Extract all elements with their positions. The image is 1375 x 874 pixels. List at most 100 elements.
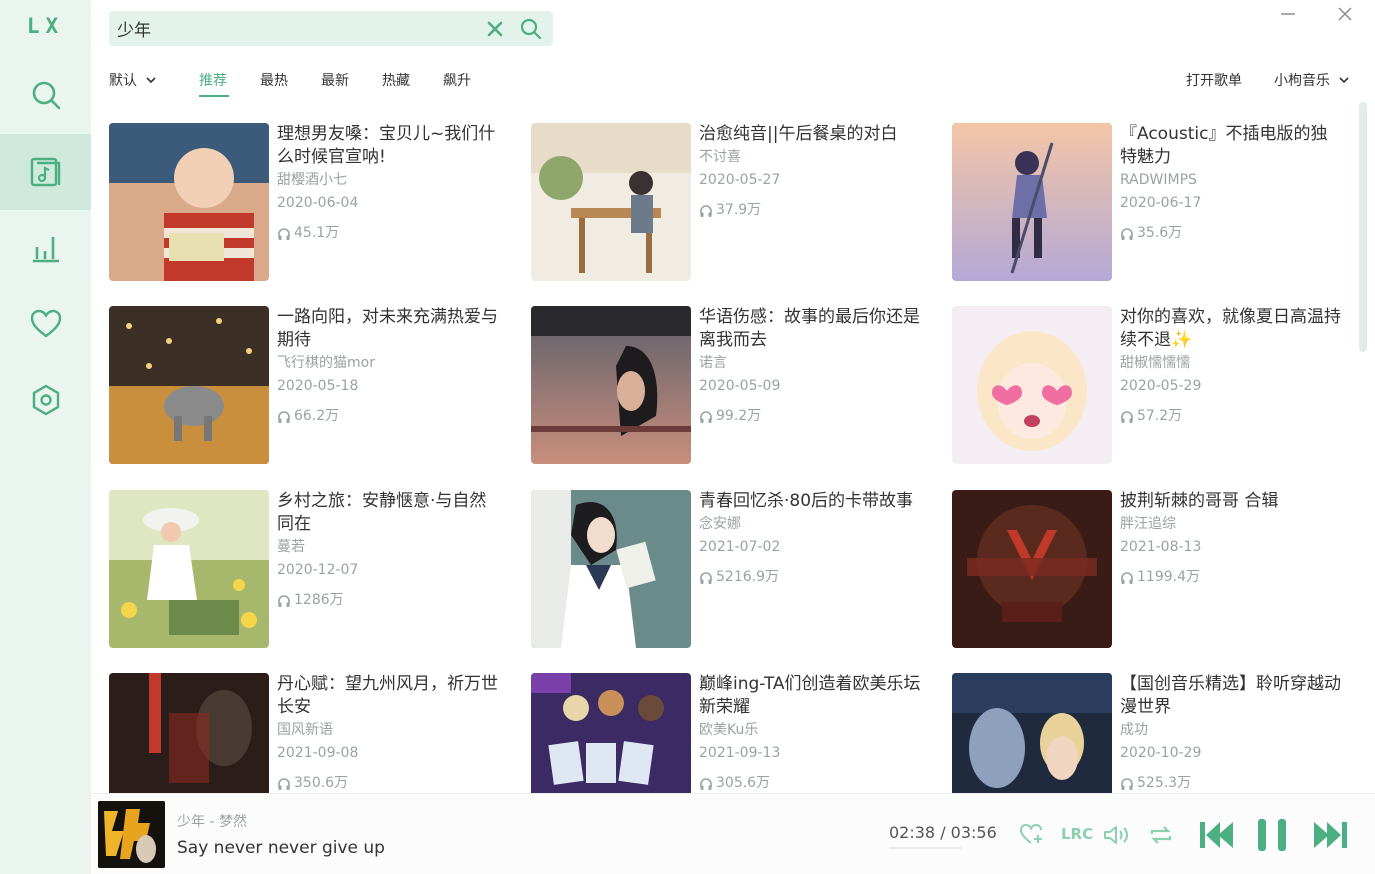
headphones-icon	[278, 594, 290, 607]
playlist-plays: 45.1万	[277, 222, 499, 245]
sidebar-item-search[interactable]	[0, 57, 91, 133]
playlist-card[interactable]: 丹心赋：望九州风月，祈万世长安 国风新语 2021-09-08 350.6万	[109, 673, 509, 793]
playlist-card[interactable]: 一路向阳，对未来充满热爱与期待 飞行棋的猫mor 2020-05-18 66.2…	[109, 306, 509, 466]
playlist-cover	[531, 306, 691, 464]
minimize-icon[interactable]	[1278, 4, 1298, 24]
lyrics-button[interactable]: LRC	[1061, 825, 1093, 843]
pause-icon	[1258, 819, 1286, 851]
playlist-plays: 525.3万	[1120, 772, 1342, 793]
playlist-plays: 99.2万	[699, 405, 921, 428]
sidebar-item-settings[interactable]	[0, 362, 91, 438]
sidebar-item-leaderboard[interactable]	[0, 210, 91, 286]
playlist-plays: 35.6万	[1120, 222, 1342, 245]
sidebar-item-favorites[interactable]	[0, 286, 91, 362]
heart-plus-icon	[1019, 823, 1042, 844]
playlist-card[interactable]: 披荆斩棘的哥哥 合辑 胖汪追综 2021-08-13 1199.4万	[952, 490, 1352, 650]
playlist-card[interactable]: 治愈纯音||午后餐桌的对白 不讨喜 2020-05-27 37.9万	[531, 123, 931, 283]
playlist-author: 飞行棋的猫mor	[277, 355, 375, 371]
playlist-title: 『Acoustic』不插电版的独特魅力	[1120, 124, 1328, 167]
playlist-author: 诺言	[699, 355, 727, 371]
playlist-date: 2021-09-08	[277, 745, 359, 761]
sort-select-label: 默认	[109, 73, 137, 89]
playlist-author: 欧美Ku乐	[699, 722, 759, 738]
filter-bar: 默认 推荐 最热 最新 热藏 飙升 打开歌单 小枸音乐	[109, 70, 1359, 97]
heart-icon	[30, 309, 61, 338]
skip-next-icon	[1314, 822, 1347, 848]
now-playing-lyric: Say never never give up	[177, 838, 385, 858]
playlist-card[interactable]: 『Acoustic』不插电版的独特魅力 RADWIMPS 2020-06-17 …	[952, 123, 1352, 283]
search-input[interactable]	[109, 11, 479, 46]
playlist-author: RADWIMPS	[1120, 172, 1197, 188]
next-button[interactable]	[1311, 818, 1349, 852]
main-content: 默认 推荐 最热 最新 热藏 飙升 打开歌单 小枸音乐 理想男友嗓：宝贝儿~我们…	[91, 0, 1375, 793]
playlist-plays: 1199.4万	[1120, 566, 1342, 589]
settings-hexagon-icon	[32, 384, 59, 416]
volume-button[interactable]	[1102, 823, 1132, 847]
tab-hot-collect[interactable]: 热藏	[382, 70, 410, 90]
playlist-title: 丹心赋：望九州风月，祈万世长安	[277, 674, 498, 717]
playlist-plays: 57.2万	[1120, 405, 1342, 428]
headphones-icon	[278, 227, 290, 240]
tab-rising[interactable]: 飙升	[443, 70, 471, 90]
playlist-title: 治愈纯音||午后餐桌的对白	[699, 124, 898, 144]
source-select[interactable]: 小枸音乐	[1274, 70, 1350, 90]
headphones-icon	[1121, 227, 1133, 240]
playlist-card[interactable]: 理想男友嗓：宝贝儿~我们什么时候官宣呐! 甜樱酒小七 2020-06-04 45…	[109, 123, 509, 283]
music-list-icon	[30, 157, 60, 187]
playlist-date: 2020-05-09	[699, 378, 781, 394]
playlist-card[interactable]: 对你的喜欢，就像夏日高温持续不退✨ 甜椒懦懦懦 2020-05-29 57.2万	[952, 306, 1352, 466]
search-box	[109, 11, 553, 46]
open-playlist-button[interactable]: 打开歌单	[1186, 70, 1242, 90]
playback-time: 02:38 / 03:56	[889, 823, 997, 842]
tab-recommend[interactable]: 推荐	[199, 70, 227, 90]
tab-hottest[interactable]: 最热	[260, 70, 288, 90]
headphones-icon	[1121, 777, 1133, 790]
repeat-button[interactable]	[1148, 823, 1174, 847]
headphones-icon	[700, 777, 712, 790]
playlist-title: 一路向阳，对未来充满热爱与期待	[277, 307, 498, 350]
playlist-title: 理想男友嗓：宝贝儿~我们什么时候官宣呐!	[277, 124, 496, 167]
sidebar: LX	[0, 0, 91, 874]
playlist-author: 蔓若	[277, 539, 305, 555]
playlist-card[interactable]: 【国创音乐精选】聆听穿越动漫世界 成功 2020-10-29 525.3万	[952, 673, 1352, 793]
favorite-button[interactable]	[1019, 822, 1045, 846]
playlist-author: 不讨喜	[699, 149, 741, 165]
headphones-icon	[1121, 410, 1133, 423]
pause-button[interactable]	[1255, 816, 1289, 854]
previous-button[interactable]	[1198, 818, 1236, 852]
playlist-title: 巅峰ing-TA们创造着欧美乐坛新荣耀	[699, 674, 921, 717]
close-icon[interactable]	[1335, 4, 1355, 24]
playlist-cover	[531, 123, 691, 281]
sort-select[interactable]: 默认	[109, 70, 157, 90]
chevron-down-icon	[146, 77, 156, 84]
playlist-card[interactable]: 华语伤感：故事的最后你还是离我而去 诺言 2020-05-09 99.2万	[531, 306, 931, 466]
search-button-icon[interactable]	[519, 17, 543, 41]
playlist-title: 披荆斩棘的哥哥 合辑	[1120, 491, 1279, 511]
sidebar-item-song-list[interactable]	[0, 134, 91, 210]
scrollbar[interactable]	[1359, 102, 1367, 352]
progress-bar[interactable]	[889, 847, 961, 849]
headphones-icon	[700, 204, 712, 217]
tab-newest[interactable]: 最新	[321, 70, 349, 90]
playlist-cover	[109, 306, 269, 464]
playlist-cover	[952, 306, 1112, 464]
headphones-icon	[1121, 571, 1133, 584]
playlist-date: 2021-08-13	[1120, 539, 1202, 555]
chevron-down-icon	[1339, 77, 1349, 84]
playlist-cover	[952, 673, 1112, 793]
playlist-plays: 305.6万	[699, 772, 921, 793]
repeat-icon	[1150, 826, 1172, 844]
playlist-title: 华语伤感：故事的最后你还是离我而去	[699, 307, 920, 350]
clear-icon[interactable]	[485, 19, 505, 39]
headphones-icon	[700, 571, 712, 584]
playlist-author: 成功	[1120, 722, 1148, 738]
playlist-card[interactable]: 巅峰ing-TA们创造着欧美乐坛新荣耀 欧美Ku乐 2021-09-13 305…	[531, 673, 931, 793]
playlist-date: 2020-06-04	[277, 195, 359, 211]
now-playing-title: 少年 - 梦然	[177, 814, 247, 830]
playlist-plays: 350.6万	[277, 772, 499, 793]
playlist-card[interactable]: 青春回忆杀·80后的卡带故事 念安娜 2021-07-02 5216.9万	[531, 490, 931, 650]
playlist-card[interactable]: 乡村之旅：安静惬意·与自然同在 蔓若 2020-12-07 1286万	[109, 490, 509, 650]
playlist-plays: 37.9万	[699, 199, 921, 222]
now-playing-cover[interactable]	[98, 801, 165, 868]
headphones-icon	[278, 410, 290, 423]
